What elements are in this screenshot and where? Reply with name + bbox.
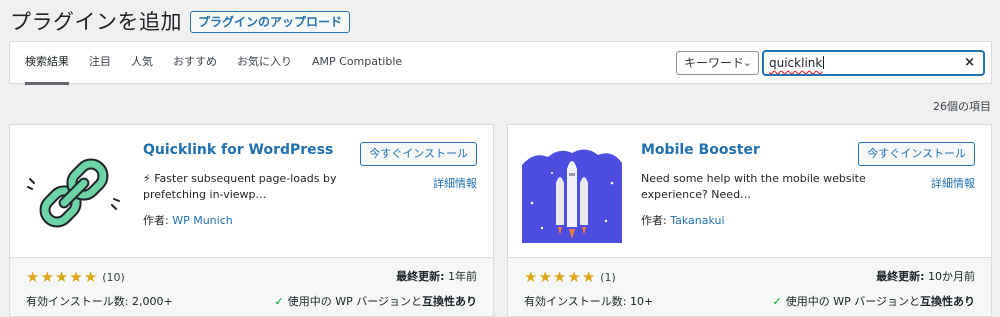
plugin-card: Quicklink for WordPress ⚡ Faster subsequ… (9, 124, 494, 317)
compat-text: 使用中の WP バージョンと (287, 295, 422, 308)
plugin-name-link[interactable]: Mobile Booster (641, 142, 760, 158)
plugin-author: 作者: WP Munich (143, 212, 233, 228)
tab-search-results[interactable]: 検索結果 (25, 42, 69, 85)
chain-link-icon[interactable] (24, 143, 124, 243)
plugin-description: ⚡ Faster subsequent page-loads by prefet… (143, 172, 337, 201)
checkmark-icon: ✓ (274, 295, 284, 308)
page-header: プラグインを追加 プラグインのアップロード (10, 6, 351, 36)
rating-count: (10) (102, 270, 125, 284)
compatibility-status: ✓ 使用中の WP バージョンと互換性あり (274, 293, 477, 309)
star-icon: ★ (83, 268, 98, 286)
compat-text: 使用中の WP バージョンと (785, 295, 920, 308)
star-rating: ★ ★ ★ ★ ★ (10) (26, 268, 125, 286)
author-link[interactable]: WP Munich (172, 214, 233, 227)
tab-amp-compatible[interactable]: AMP Compatible (312, 42, 402, 85)
plugin-card-top: Quicklink for WordPress ⚡ Faster subsequ… (10, 125, 493, 257)
last-updated-label: 最終更新: (396, 270, 445, 283)
active-installs: 有効インストール数: 2,000+ (26, 295, 173, 308)
star-icon: ★ (54, 268, 69, 286)
tab-favorites[interactable]: お気に入り (237, 42, 292, 85)
star-icon: ★ (552, 268, 567, 286)
star-icon: ★ (538, 268, 552, 286)
author-link[interactable]: Takanakui (670, 214, 724, 227)
filter-bar: 検索結果 注目 人気 おすすめ お気に入り AMP Compatible キーワ… (9, 41, 992, 85)
checkmark-icon: ✓ (772, 295, 782, 308)
star-icon: ★ (26, 268, 40, 286)
plugin-card: Mobile Booster Need some help with the m… (507, 124, 992, 317)
search-type-value: キーワード (684, 56, 745, 70)
plugin-author: 作者: Takanakui (641, 212, 725, 228)
active-installs: 有効インストール数: 10+ (524, 295, 654, 308)
rating-count: (1) (600, 270, 616, 284)
text-caret (823, 56, 825, 69)
install-now-button[interactable]: 今すぐインストール (858, 142, 975, 166)
last-updated-value: 1年前 (444, 270, 477, 283)
plugin-card-bottom: ★ ★ ★ ★ ★ (10) 有効インストール数: 2,000+ 最終更新: 1… (10, 257, 493, 316)
plugin-card-top: Mobile Booster Need some help with the m… (508, 125, 991, 257)
more-details-link[interactable]: 詳細情報 (931, 175, 975, 191)
compat-status: 互換性あり (422, 295, 477, 308)
last-updated: 最終更新: 1年前 (396, 268, 477, 284)
clear-search-icon[interactable]: × (964, 52, 975, 74)
install-now-button[interactable]: 今すぐインストール (360, 142, 477, 166)
compatibility-status: ✓ 使用中の WP バージョンと互換性あり (772, 293, 975, 309)
search-input[interactable]: quicklink × (762, 50, 985, 76)
search-type-select[interactable]: キーワード ⌄ (676, 51, 759, 75)
star-icon: ★ (69, 268, 83, 286)
result-count: 26個の項目 (933, 100, 991, 113)
more-details-link[interactable]: 詳細情報 (433, 175, 477, 191)
author-label: 作者: (143, 214, 173, 227)
last-updated-value: 10か月前 (924, 270, 975, 283)
tab-recommended[interactable]: おすすめ (173, 42, 217, 85)
plugin-name-link[interactable]: Quicklink for WordPress (143, 142, 333, 158)
plugin-description: Need some help with the mobile website e… (641, 172, 866, 201)
rocket-icon[interactable] (522, 143, 622, 243)
star-icon: ★ (524, 268, 538, 286)
chevron-down-icon: ⌄ (742, 56, 752, 69)
star-icon: ★ (581, 268, 596, 286)
star-rating: ★ ★ ★ ★ ★ (1) (524, 268, 616, 286)
page-title: プラグインを追加 (10, 10, 182, 34)
search-input-value: quicklink (769, 56, 823, 70)
star-icon: ★ (567, 268, 581, 286)
tab-featured[interactable]: 注目 (89, 42, 111, 85)
last-updated: 最終更新: 10か月前 (876, 268, 975, 284)
upload-plugin-button[interactable]: プラグインのアップロード (190, 11, 351, 33)
last-updated-label: 最終更新: (876, 270, 925, 283)
plugin-tabs: 検索結果 注目 人気 おすすめ お気に入り AMP Compatible (25, 42, 422, 85)
tab-popular[interactable]: 人気 (131, 42, 153, 85)
compat-status: 互換性あり (920, 295, 975, 308)
author-label: 作者: (641, 214, 671, 227)
plugin-card-bottom: ★ ★ ★ ★ ★ (1) 有効インストール数: 10+ 最終更新: 10か月前… (508, 257, 991, 316)
star-icon: ★ (40, 268, 54, 286)
